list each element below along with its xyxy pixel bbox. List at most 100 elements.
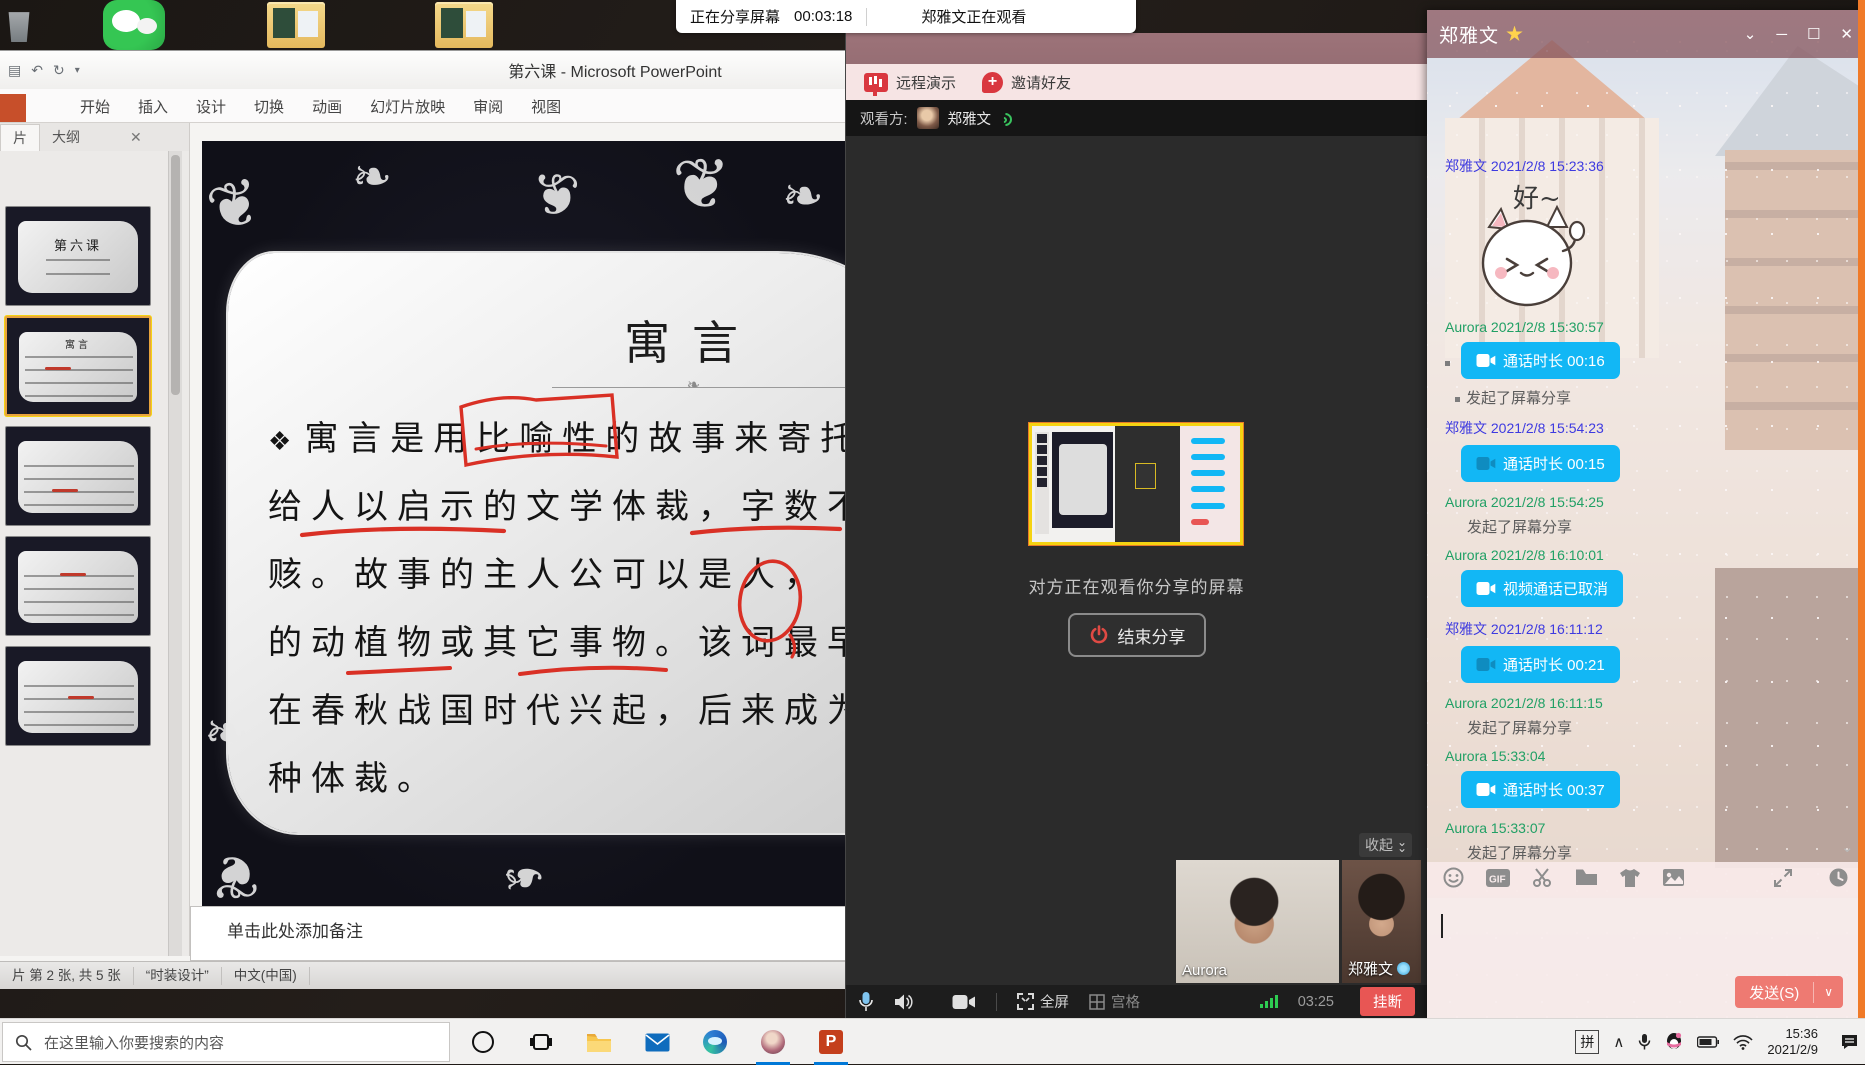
scroll-down-chevron-icon[interactable]: ⌄ (1841, 838, 1854, 856)
close-panel-icon[interactable]: ✕ (130, 129, 142, 146)
taskbar-search-input[interactable]: 在这里输入你要搜索的内容 (2, 1022, 450, 1062)
tray-microphone-icon[interactable] (1638, 1033, 1651, 1051)
taskbar-icon-edge[interactable] (692, 1026, 738, 1058)
ribbon-tab-设计[interactable]: 设计 (182, 91, 240, 122)
message-sender-time: Aurora 2021/2/8 16:10:01 (1445, 547, 1851, 563)
call-record-bubble[interactable]: 视频通话已取消 (1461, 570, 1623, 607)
thumbnail-paper (18, 551, 138, 623)
ribbon-tab-切换[interactable]: 切换 (240, 91, 298, 122)
call-record-bubble[interactable]: 通话时长 00:37 (1461, 771, 1620, 808)
tray-qq-icon[interactable] (1665, 1032, 1683, 1052)
emoji-icon[interactable] (1443, 867, 1464, 893)
slide-title[interactable]: 寓言 (542, 307, 842, 373)
ribbon-tab-动画[interactable]: 动画 (298, 91, 356, 122)
thumbnail-title: 第六课 (6, 235, 150, 254)
tab-outline[interactable]: 大纲 (40, 124, 92, 150)
theme-name[interactable]: “时装设计” (134, 967, 222, 985)
thumbnail-red-mark (45, 367, 71, 370)
close-icon[interactable]: ✕ (1840, 25, 1853, 43)
thumbnail-text-line (24, 491, 134, 493)
ribbon-tab-幻灯片放映[interactable]: 幻灯片放映 (356, 91, 459, 122)
sticker-message[interactable]: 好~ (1451, 181, 1601, 309)
thumbnail-text-line (24, 724, 134, 726)
end-share-button[interactable]: 结束分享 (1068, 613, 1206, 657)
ribbon-tab-开始[interactable]: 开始 (66, 91, 124, 122)
viewer-avatar (917, 107, 939, 129)
image-icon[interactable] (1662, 868, 1685, 892)
notes-pane[interactable]: 单击此处添加备注 (190, 906, 845, 961)
chevron-double-down-icon: ⌄⌄ (1397, 839, 1406, 851)
recycle-bin-icon[interactable] (0, 0, 38, 50)
video-thumbnail-aurora[interactable]: Aurora (1176, 860, 1339, 983)
call-record-bubble[interactable]: 通话时长 00:16 (1461, 342, 1620, 379)
slide-body-line[interactable]: 给人以启示的文学体裁，字数不 (268, 479, 845, 528)
camera-button[interactable] (952, 994, 976, 1010)
screenshot-icon[interactable] (1532, 868, 1554, 893)
fullscreen-button[interactable]: 全屏 (1017, 991, 1069, 1012)
grid-view-button[interactable]: 宫格 (1089, 991, 1140, 1012)
call-record-bubble[interactable]: 通话时长 00:15 (1461, 445, 1620, 482)
speaker-button[interactable] (894, 993, 914, 1011)
taskbar-clock[interactable]: 15:36 2021/2/9 (1767, 1026, 1818, 1058)
thumbnail-red-mark (60, 573, 86, 576)
slide-thumbnail-5[interactable] (5, 646, 151, 746)
ribbon-tab-插入[interactable]: 插入 (124, 91, 182, 122)
taskbar-icon-mail[interactable] (634, 1026, 680, 1058)
taskbar-icon-task-view[interactable] (518, 1026, 564, 1058)
search-placeholder: 在这里输入你要搜索的内容 (44, 1032, 224, 1053)
share-window-top-strip (846, 33, 1427, 64)
wechat-desktop-icon[interactable] (86, 0, 182, 50)
battery-icon[interactable] (1697, 1036, 1719, 1048)
chat-settings-chevron-icon[interactable]: ⌄ (1744, 25, 1757, 43)
video-thumbnail-zhengyawen[interactable]: 郑雅文 (1342, 860, 1421, 983)
language-indicator[interactable]: 中文(中国) (222, 967, 310, 985)
notification-center-icon[interactable] (1840, 1033, 1859, 1051)
slide-ornament: ❦ (202, 163, 270, 248)
folder-icon[interactable] (428, 0, 500, 50)
remote-demo-button[interactable]: 远程演示 (864, 72, 956, 93)
file-icon[interactable] (1575, 868, 1598, 892)
list-bullet: ❖ (268, 427, 300, 457)
tab-file[interactable] (0, 94, 26, 122)
hangup-button[interactable]: 挂断 (1360, 987, 1415, 1016)
window-expand-icon[interactable] (1773, 868, 1793, 893)
taskbar-icon-file-explorer[interactable] (576, 1026, 622, 1058)
wifi-icon[interactable] (1733, 1035, 1753, 1050)
slide-body-line[interactable]: 在春秋战国时代兴起，后来成为 (268, 683, 845, 732)
taskbar-icon-powerpoint[interactable]: P (808, 1026, 854, 1058)
slide-thumbnail-3[interactable] (5, 426, 151, 526)
slide-body-line[interactable]: ❖寓言是用比喻性的故事来寄托 (268, 411, 845, 460)
folder-icon[interactable] (260, 0, 332, 50)
chat-input-area[interactable]: 发送(S) ∨ (1427, 898, 1865, 1018)
collapse-videos-button[interactable]: 收起 ⌄⌄ (1359, 833, 1412, 857)
tray-expand-chevron-icon[interactable]: ∧ (1613, 1033, 1624, 1051)
gif-icon[interactable]: GIF (1485, 868, 1511, 893)
slide-body-line[interactable]: 赅。故事的主人公可以是人， 也 (268, 547, 845, 596)
clothes-icon[interactable] (1619, 868, 1641, 893)
slide-thumbnail-2[interactable]: 寓言 (5, 316, 151, 416)
maximize-icon[interactable]: ☐ (1807, 25, 1820, 43)
slide-thumbnail-1[interactable]: 第六课 (5, 206, 151, 306)
taskbar-icon-cortana[interactable] (460, 1026, 506, 1058)
thumbnail-paper (18, 441, 138, 513)
ribbon-tab-视图[interactable]: 视图 (517, 91, 575, 122)
message-history-icon[interactable] (1828, 867, 1849, 893)
call-record-bubble[interactable]: 通话时长 00:21 (1461, 646, 1620, 683)
slide-thumbnail-4[interactable] (5, 536, 151, 636)
minimize-icon[interactable]: ─ (1776, 26, 1787, 43)
power-icon (1089, 625, 1109, 645)
slide-body-line[interactable]: 的动植物或其它事物。该词最早 (268, 615, 845, 664)
tab-slides[interactable]: 片 (0, 124, 40, 151)
send-options-chevron-icon[interactable]: ∨ (1814, 985, 1843, 999)
invite-friends-button[interactable]: + 邀请好友 (982, 72, 1071, 93)
viewer-name: 郑雅文 (948, 108, 992, 129)
ribbon-tab-审阅[interactable]: 审阅 (459, 91, 517, 122)
slide-body-line[interactable]: 种体裁。 (268, 751, 845, 800)
shared-screen-thumbnail[interactable] (1029, 423, 1243, 545)
microphone-button[interactable] (858, 991, 874, 1013)
thumbnail-scrollbar[interactable] (168, 151, 182, 956)
taskbar-icon-contact-app[interactable] (750, 1026, 796, 1058)
ime-indicator[interactable]: 拼 (1575, 1030, 1599, 1054)
cat-sticker[interactable]: 好~ (1451, 181, 1601, 309)
send-button[interactable]: 发送(S) ∨ (1735, 976, 1843, 1008)
